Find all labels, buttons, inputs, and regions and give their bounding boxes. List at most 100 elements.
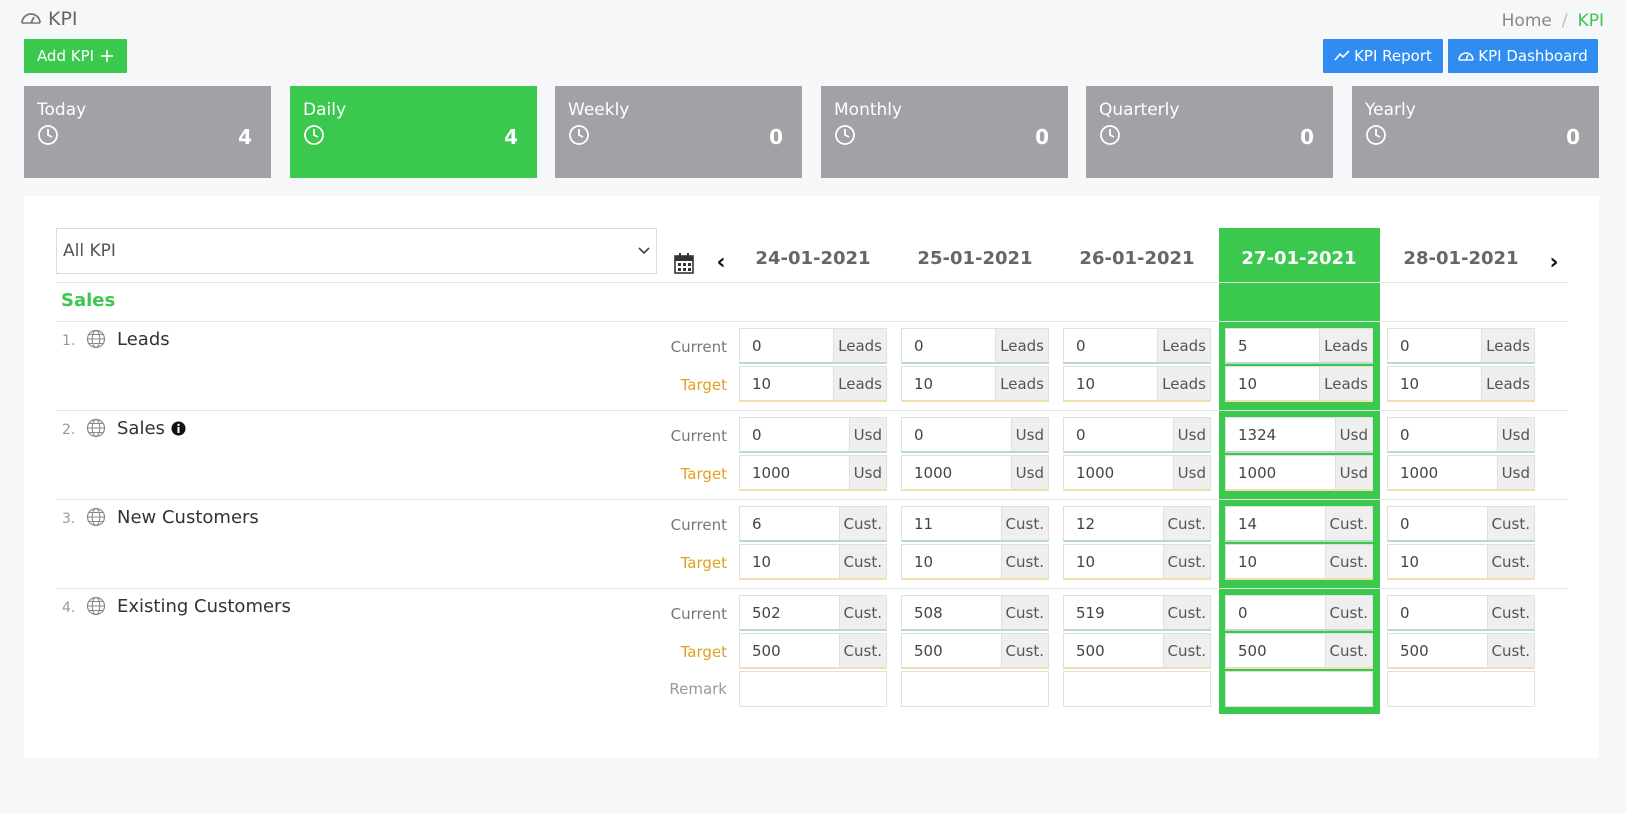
current-value[interactable]: 14 bbox=[1226, 507, 1325, 540]
current-value-input[interactable]: 0 Cust. bbox=[1387, 595, 1535, 631]
period-card-weekly[interactable]: Weekly 0 bbox=[555, 86, 802, 178]
target-value-input[interactable]: 10 Cust. bbox=[739, 544, 887, 580]
period-card-yearly[interactable]: Yearly 0 bbox=[1352, 86, 1599, 178]
current-value-input[interactable]: 0 Usd bbox=[1063, 417, 1211, 453]
current-value-input[interactable]: 0 Leads bbox=[739, 328, 887, 364]
target-value[interactable]: 10 bbox=[740, 545, 839, 578]
globe-icon[interactable] bbox=[86, 418, 106, 438]
target-value[interactable]: 1000 bbox=[740, 456, 849, 489]
current-value[interactable]: 0 bbox=[1064, 329, 1157, 362]
current-value[interactable]: 0 bbox=[1388, 596, 1487, 629]
target-value[interactable]: 10 bbox=[740, 367, 833, 400]
current-value-input[interactable]: 0 Usd bbox=[901, 417, 1049, 453]
current-value[interactable]: 0 bbox=[1388, 418, 1497, 451]
current-value-input[interactable]: 0 Leads bbox=[901, 328, 1049, 364]
current-value[interactable]: 0 bbox=[1388, 329, 1481, 362]
target-value-input[interactable]: 10 Cust. bbox=[1387, 544, 1535, 580]
current-value-input[interactable]: 0 Cust. bbox=[1225, 595, 1373, 631]
current-value[interactable]: 12 bbox=[1064, 507, 1163, 540]
target-value[interactable]: 1000 bbox=[1064, 456, 1173, 489]
remark-input[interactable] bbox=[901, 671, 1049, 707]
current-value-input[interactable]: 1324 Usd bbox=[1225, 417, 1373, 453]
current-value-input[interactable]: 0 Usd bbox=[1387, 417, 1535, 453]
target-value-input[interactable]: 10 Cust. bbox=[1225, 544, 1373, 580]
period-card-daily[interactable]: Daily 4 bbox=[290, 86, 537, 178]
target-value-input[interactable]: 1000 Usd bbox=[1063, 455, 1211, 491]
current-value[interactable]: 0 bbox=[1388, 507, 1487, 540]
target-value-input[interactable]: 1000 Usd bbox=[1225, 455, 1373, 491]
add-kpi-button[interactable]: Add KPI bbox=[24, 39, 127, 73]
target-value[interactable]: 500 bbox=[1064, 634, 1163, 667]
target-value-input[interactable]: 10 Leads bbox=[1063, 366, 1211, 402]
current-value-input[interactable]: 0 Leads bbox=[1063, 328, 1211, 364]
current-value[interactable]: 0 bbox=[740, 329, 833, 362]
target-value[interactable]: 1000 bbox=[902, 456, 1011, 489]
prev-dates-arrow-icon[interactable]: ‹ bbox=[711, 248, 731, 278]
current-value-input[interactable]: 11 Cust. bbox=[901, 506, 1049, 542]
current-value[interactable]: 519 bbox=[1064, 596, 1163, 629]
target-value-input[interactable]: 1000 Usd bbox=[739, 455, 887, 491]
target-value[interactable]: 10 bbox=[1388, 545, 1487, 578]
current-value-input[interactable]: 508 Cust. bbox=[901, 595, 1049, 631]
current-value[interactable]: 5 bbox=[1226, 329, 1319, 362]
current-value-input[interactable]: 0 Leads bbox=[1387, 328, 1535, 364]
target-value[interactable]: 1000 bbox=[1388, 456, 1497, 489]
info-icon[interactable] bbox=[171, 421, 186, 436]
remark-input[interactable] bbox=[1063, 671, 1211, 707]
period-card-today[interactable]: Today 4 bbox=[24, 86, 271, 178]
target-value-input[interactable]: 500 Cust. bbox=[1063, 633, 1211, 669]
target-value[interactable]: 10 bbox=[1064, 367, 1157, 400]
current-value[interactable]: 0 bbox=[740, 418, 849, 451]
remark-input[interactable] bbox=[1387, 671, 1535, 707]
current-value-input[interactable]: 12 Cust. bbox=[1063, 506, 1211, 542]
current-value[interactable]: 0 bbox=[902, 329, 995, 362]
date-column-header[interactable]: 27-01-2021 bbox=[1221, 248, 1377, 269]
current-value[interactable]: 502 bbox=[740, 596, 839, 629]
calendar-icon[interactable] bbox=[674, 252, 694, 274]
current-value[interactable]: 11 bbox=[902, 507, 1001, 540]
target-value[interactable]: 1000 bbox=[1226, 456, 1335, 489]
target-value-input[interactable]: 10 Leads bbox=[1225, 366, 1373, 402]
target-value[interactable]: 10 bbox=[1388, 367, 1481, 400]
target-value-input[interactable]: 500 Cust. bbox=[901, 633, 1049, 669]
target-value[interactable]: 10 bbox=[1226, 367, 1319, 400]
date-column-header[interactable]: 25-01-2021 bbox=[897, 248, 1053, 269]
globe-icon[interactable] bbox=[86, 329, 106, 349]
target-value-input[interactable]: 10 Leads bbox=[1387, 366, 1535, 402]
remark-input[interactable] bbox=[1225, 671, 1373, 707]
target-value-input[interactable]: 500 Cust. bbox=[1225, 633, 1373, 669]
current-value[interactable]: 6 bbox=[740, 507, 839, 540]
target-value-input[interactable]: 500 Cust. bbox=[1387, 633, 1535, 669]
kpi-dashboard-button[interactable]: KPI Dashboard bbox=[1448, 39, 1598, 73]
target-value-input[interactable]: 10 Leads bbox=[901, 366, 1049, 402]
target-value[interactable]: 10 bbox=[1064, 545, 1163, 578]
current-value[interactable]: 0 bbox=[902, 418, 1011, 451]
current-value[interactable]: 1324 bbox=[1226, 418, 1335, 451]
period-card-quarterly[interactable]: Quarterly 0 bbox=[1086, 86, 1333, 178]
target-value[interactable]: 500 bbox=[1388, 634, 1487, 667]
globe-icon[interactable] bbox=[86, 507, 106, 527]
target-value-input[interactable]: 1000 Usd bbox=[1387, 455, 1535, 491]
current-value-input[interactable]: 0 Cust. bbox=[1387, 506, 1535, 542]
target-value-input[interactable]: 10 Cust. bbox=[901, 544, 1049, 580]
kpi-report-button[interactable]: KPI Report bbox=[1323, 39, 1443, 73]
current-value[interactable]: 0 bbox=[1226, 596, 1325, 629]
target-value[interactable]: 10 bbox=[902, 545, 1001, 578]
target-value[interactable]: 10 bbox=[902, 367, 995, 400]
remark-input[interactable] bbox=[739, 671, 887, 707]
date-column-header[interactable]: 24-01-2021 bbox=[735, 248, 891, 269]
current-value-input[interactable]: 6 Cust. bbox=[739, 506, 887, 542]
target-value-input[interactable]: 500 Cust. bbox=[739, 633, 887, 669]
target-value[interactable]: 10 bbox=[1226, 545, 1325, 578]
current-value-input[interactable]: 5 Leads bbox=[1225, 328, 1373, 364]
target-value[interactable]: 500 bbox=[902, 634, 1001, 667]
period-card-monthly[interactable]: Monthly 0 bbox=[821, 86, 1068, 178]
current-value[interactable]: 508 bbox=[902, 596, 1001, 629]
target-value[interactable]: 500 bbox=[740, 634, 839, 667]
target-value[interactable]: 500 bbox=[1226, 634, 1325, 667]
date-column-header[interactable]: 26-01-2021 bbox=[1059, 248, 1215, 269]
kpi-filter-select[interactable]: All KPI bbox=[56, 228, 657, 274]
current-value-input[interactable]: 0 Usd bbox=[739, 417, 887, 453]
date-column-header[interactable]: 28-01-2021 bbox=[1383, 248, 1539, 269]
current-value-input[interactable]: 519 Cust. bbox=[1063, 595, 1211, 631]
